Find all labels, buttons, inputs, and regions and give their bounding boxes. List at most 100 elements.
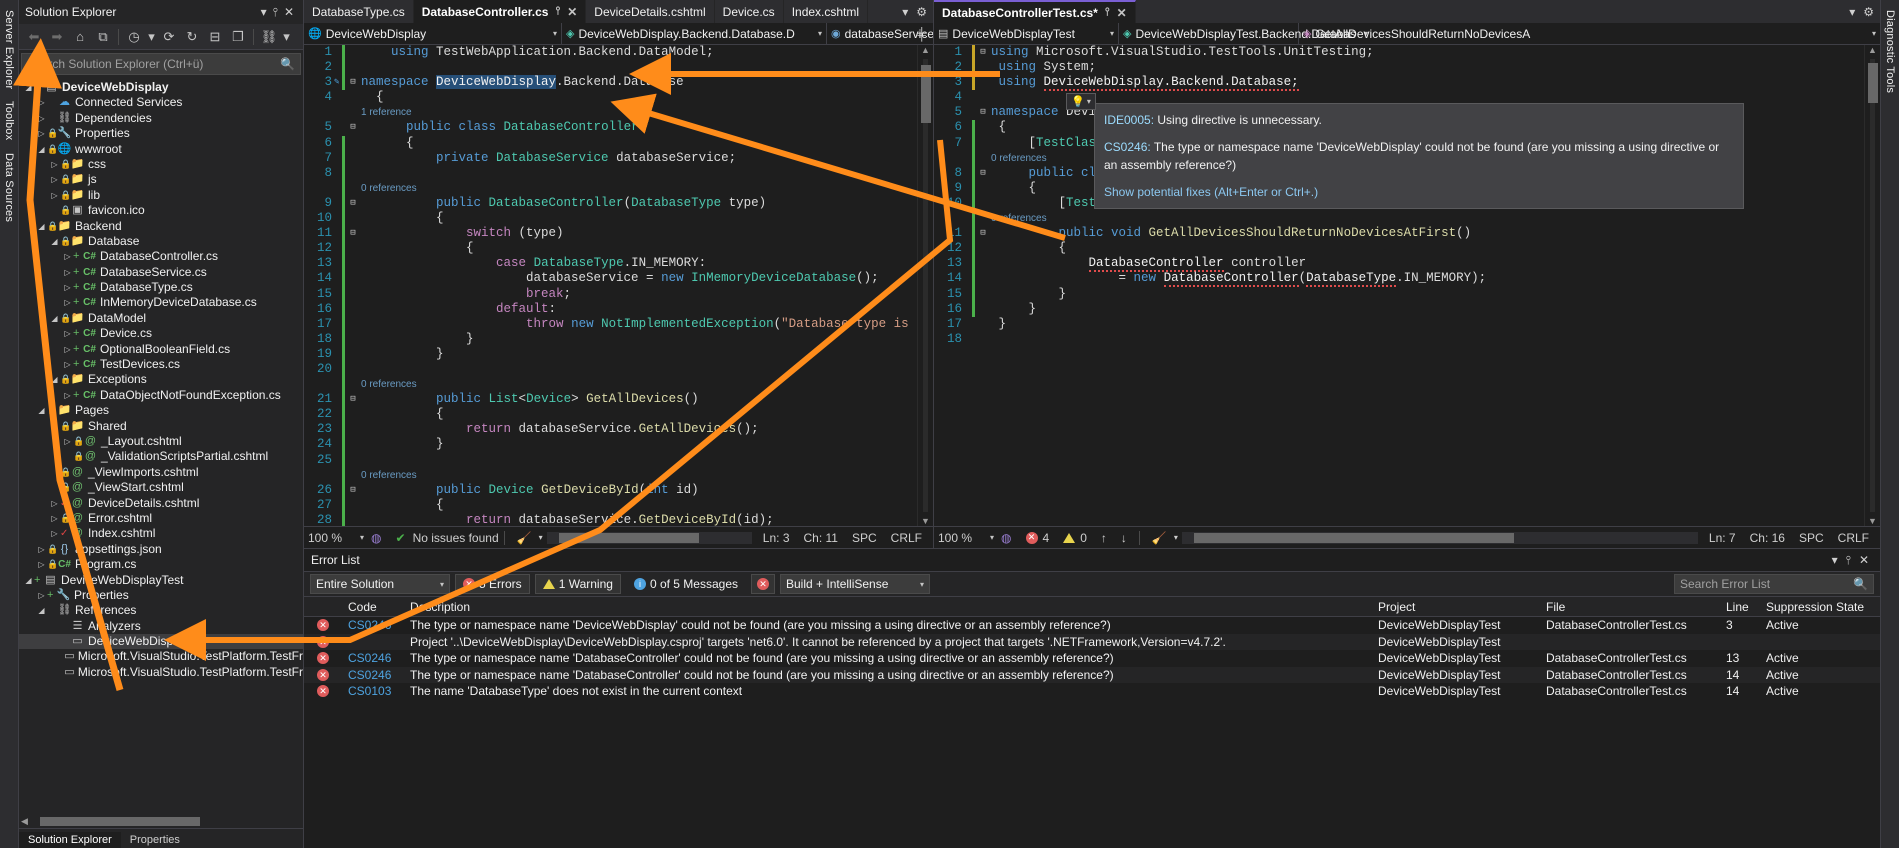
collapse-region-icon[interactable]: ⊟ xyxy=(975,166,991,181)
chevron-down-icon[interactable]: ▾ xyxy=(146,27,157,47)
code-line-1[interactable]: 1 using TestWebApplication.Backend.DataM… xyxy=(304,45,917,61)
tree-item-analyzers[interactable]: ☰ Analyzers xyxy=(19,619,303,634)
collapsed-chevron-icon[interactable]: ▷ xyxy=(36,588,47,603)
error-list-rows[interactable]: ✕ CS0246 The type or namespace name 'Devic… xyxy=(304,617,1880,848)
navbar-type-dropdown[interactable]: ◈ DeviceWebDisplay.Backend.Database.D ▾ xyxy=(562,23,827,44)
expanded-chevron-icon[interactable]: ◢ xyxy=(36,403,47,418)
error-list-row[interactable]: ✕ CS0246 The type or namespace name 'Datab… xyxy=(304,666,1880,683)
tree-item-wwwroot[interactable]: ◢ 🔒 🌐 wwwroot xyxy=(19,142,303,157)
col-description[interactable]: Description xyxy=(404,600,1372,614)
build-filter-dropdown[interactable]: Build + IntelliSense ▾ xyxy=(780,574,930,594)
tree-item-properties[interactable]: ▷ 🔒 🔧 Properties xyxy=(19,126,303,141)
tree-item-css[interactable]: ▷ 🔒 📁 css xyxy=(19,157,303,172)
hscroll-thumb[interactable] xyxy=(39,817,200,826)
tree-item-error-cshtml[interactable]: ▷ 🔒 @ Error.cshtml xyxy=(19,511,303,526)
col-code[interactable]: Code xyxy=(342,600,404,614)
close-icon[interactable]: ✕ xyxy=(1855,553,1873,567)
search-solution-explorer-input[interactable]: Search Solution Explorer (Ctrl+ü) 🔍 xyxy=(21,53,301,75)
codelens-label[interactable]: 0 references xyxy=(991,211,1047,226)
collapsed-chevron-icon[interactable]: ▷ xyxy=(49,496,60,511)
code-line-7[interactable]: 7 private DatabaseService databaseServic… xyxy=(304,150,917,166)
error-list-row[interactable]: ✕ CS0246 The type or namespace name 'Datab… xyxy=(304,650,1880,667)
tree-item-properties[interactable]: ▷ + 🔧 Properties xyxy=(19,588,303,603)
collapsed-chevron-icon[interactable]: ▷ xyxy=(62,249,73,264)
code-line-12[interactable]: 12 { xyxy=(304,241,917,257)
collapsed-chevron-icon[interactable]: ▷ xyxy=(49,511,60,526)
view-options-chevron-icon[interactable]: ▾ xyxy=(281,27,292,47)
pin-icon[interactable]: ⫯ xyxy=(1842,553,1855,568)
zoom-level[interactable]: 100 % xyxy=(938,531,990,545)
collapsed-chevron-icon[interactable]: ▷ xyxy=(62,434,73,449)
tree-item-databasetype-cs[interactable]: ▷ + C# DatabaseType.cs xyxy=(19,280,303,295)
show-all-files-icon[interactable]: ⊟ xyxy=(204,27,226,47)
pin-icon[interactable]: ⫯ xyxy=(1105,6,1110,19)
hscroll-thumb[interactable] xyxy=(1193,532,1514,543)
code-line-4[interactable]: 4 { xyxy=(304,90,917,105)
messages-filter-button[interactable]: i 0 of 5 Messages xyxy=(626,574,746,594)
tree-item-devicewebdisplay[interactable]: ▭ DeviceWebDisplay xyxy=(19,634,303,650)
code-line-12[interactable]: 12 { xyxy=(934,241,1864,257)
vscroll-thumb[interactable] xyxy=(1868,63,1878,103)
codelens-label[interactable]: 0 references xyxy=(361,468,417,483)
chevron-down-icon[interactable]: ▾ xyxy=(1087,97,1091,106)
code-line-11[interactable]: 11 ⊟ switch (type) xyxy=(304,226,917,242)
tab-solution-explorer[interactable]: Solution Explorer xyxy=(19,832,121,848)
tree-item-viewimports-cshtml[interactable]: 🔒 @ _ViewImports.cshtml xyxy=(19,465,303,480)
close-icon[interactable]: ✕ xyxy=(567,5,577,19)
tree-item-optionalbooleanfield-cs[interactable]: ▷ + C# OptionalBooleanField.cs xyxy=(19,342,303,357)
code-line-14[interactable]: 14 = new DatabaseController(DatabaseType… xyxy=(934,271,1864,288)
vscroll-thumb[interactable] xyxy=(921,65,931,123)
search-icon[interactable]: 🔍 xyxy=(1853,577,1868,591)
editor-tab-databasetype-cs[interactable]: DatabaseType.cs xyxy=(304,0,414,23)
tree-item-references[interactable]: ◢ ⛓ References xyxy=(19,603,303,618)
pin-icon[interactable]: ⫯ xyxy=(555,5,560,18)
editor-tab-device-cs[interactable]: Device.cs xyxy=(714,0,784,23)
expanded-chevron-icon[interactable]: ◢ xyxy=(36,603,47,618)
code-line-13[interactable]: 13 DatabaseController controller xyxy=(934,256,1864,273)
previous-issue-button[interactable]: ↑ xyxy=(1094,531,1114,545)
chevron-down-icon[interactable]: ▾ xyxy=(810,29,822,38)
search-error-list-input[interactable]: Search Error List 🔍 xyxy=(1674,574,1874,594)
scroll-up-icon[interactable]: ▲ xyxy=(1865,45,1880,55)
left-vscrollbar[interactable]: ▲ ▼ xyxy=(917,45,933,526)
code-line-2[interactable]: 2 using System; xyxy=(934,60,1864,76)
code-line-28[interactable]: 28 return databaseService.GetDeviceById(… xyxy=(304,512,917,526)
tree-item-microsoft-visualstudio-testplatform-testfr[interactable]: ▭ Microsoft.VisualStudio.TestPlatform.Tes… xyxy=(19,649,303,664)
codelens-reference-line[interactable]: 0 references xyxy=(304,467,917,483)
collapse-region-icon[interactable]: ⊟ xyxy=(345,392,361,407)
codelens-label[interactable]: 0 references xyxy=(361,181,417,196)
error-list-settings-button[interactable]: ✕ xyxy=(751,574,775,594)
code-line-22[interactable]: 22 { xyxy=(304,407,917,423)
editor-tab-databasecontrollertest-cs[interactable]: DatabaseControllerTest.cs* ⫯ ✕ xyxy=(934,0,1136,23)
error-list-row[interactable]: ✕ CS0103 The name 'DatabaseType' does not … xyxy=(304,683,1880,700)
collapsed-chevron-icon[interactable]: ▷ xyxy=(49,526,60,541)
pending-changes-icon[interactable]: ◷ xyxy=(123,27,145,47)
close-icon[interactable]: ✕ xyxy=(281,5,297,19)
tree-item-appsettings-json[interactable]: ▷ 🔒{} appsettings.json xyxy=(19,542,303,557)
expanded-chevron-icon[interactable]: ◢ xyxy=(49,372,60,387)
collapsed-chevron-icon[interactable]: ▷ xyxy=(62,295,73,310)
collapsed-chevron-icon[interactable]: ▷ xyxy=(49,172,60,187)
codelens-label[interactable]: 0 references xyxy=(361,377,417,392)
collapsed-chevron-icon[interactable]: ▷ xyxy=(62,388,73,403)
solution-tree[interactable]: ◢ ✓ ▤ DeviceWebDisplay ▷ ☁ Connected Services ▷… xyxy=(19,78,303,815)
right-tabstrip[interactable]: DatabaseControllerTest.cs* ⫯ ✕ ▾ ⚙ xyxy=(934,0,1880,23)
tree-item-index-cshtml[interactable]: ▷ ✓ @ Index.cshtml xyxy=(19,526,303,541)
tree-item-devicewebdisplaytest[interactable]: ◢ + ▤ DeviceWebDisplayTest xyxy=(19,573,303,588)
navbar-project-dropdown[interactable]: 🌐 DeviceWebDisplay ▾ xyxy=(304,23,562,44)
chevron-down-icon[interactable]: ▾ xyxy=(440,580,444,589)
editor-tab-index-cshtml[interactable]: Index.cshtml xyxy=(783,0,869,23)
collapse-region-icon[interactable]: ⊟ xyxy=(975,105,991,120)
col-project[interactable]: Project xyxy=(1372,600,1540,614)
show-potential-fixes-link[interactable]: Show potential fixes (Alt+Enter or Ctrl+… xyxy=(1104,183,1734,202)
col-file[interactable]: File xyxy=(1540,600,1720,614)
expanded-chevron-icon[interactable]: ◢ xyxy=(49,311,60,326)
tree-item-databasecontroller-cs[interactable]: ▷ + C# DatabaseController.cs xyxy=(19,249,303,264)
collapse-region-icon[interactable]: ⊟ xyxy=(345,226,361,241)
codelens-reference-line[interactable]: 0 references xyxy=(304,377,917,393)
tree-item-layout-cshtml[interactable]: ▷ 🔒 @ _Layout.cshtml xyxy=(19,434,303,449)
warnings-filter-button[interactable]: 1 Warning xyxy=(534,574,621,594)
code-line-1[interactable]: 1 ⊟ using Microsoft.VisualStudio.TestTools… xyxy=(934,45,1864,61)
right-vscrollbar[interactable]: ▲ ▼ xyxy=(1864,45,1880,526)
code-line-23[interactable]: 23 return databaseService.GetAllDevices(… xyxy=(304,422,917,438)
